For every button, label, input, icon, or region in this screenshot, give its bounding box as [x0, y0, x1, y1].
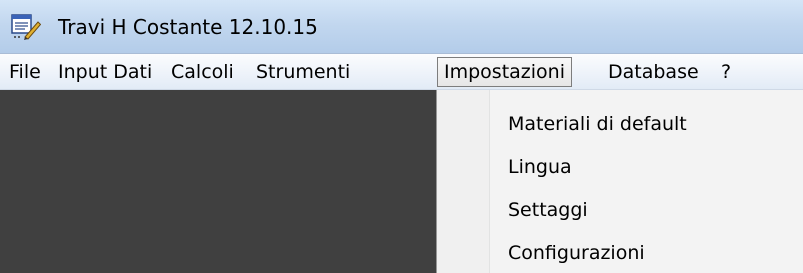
impostazioni-dropdown-menu: Materiali di default Lingua Settaggi Con…	[436, 90, 803, 273]
menu-input-dati[interactable]: Input Dati	[56, 57, 154, 87]
menu-item-configurazioni[interactable]: Configurazioni	[508, 233, 645, 273]
menu-icon-gutter	[437, 90, 490, 273]
menu-help[interactable]: ?	[719, 57, 733, 87]
menu-item-lingua[interactable]: Lingua	[508, 147, 572, 187]
menu-item-materiali-di-default[interactable]: Materiali di default	[508, 104, 687, 144]
menu-impostazioni[interactable]: Impostazioni	[437, 57, 572, 87]
menu-strumenti[interactable]: Strumenti	[254, 57, 352, 87]
workspace-area	[0, 90, 436, 273]
menu-file[interactable]: File	[7, 57, 43, 87]
menu-calcoli[interactable]: Calcoli	[169, 57, 236, 87]
title-bar[interactable]: Travi H Costante 12.10.15	[0, 0, 803, 54]
window-title: Travi H Costante 12.10.15	[58, 15, 318, 39]
menu-bar: File Input Dati Calcoli Strumenti Impost…	[0, 54, 803, 90]
notepad-pencil-icon	[11, 14, 41, 40]
menu-item-settaggi[interactable]: Settaggi	[508, 190, 588, 230]
menu-database[interactable]: Database	[606, 57, 701, 87]
app-window: Travi H Costante 12.10.15 File Input Dat…	[0, 0, 803, 273]
